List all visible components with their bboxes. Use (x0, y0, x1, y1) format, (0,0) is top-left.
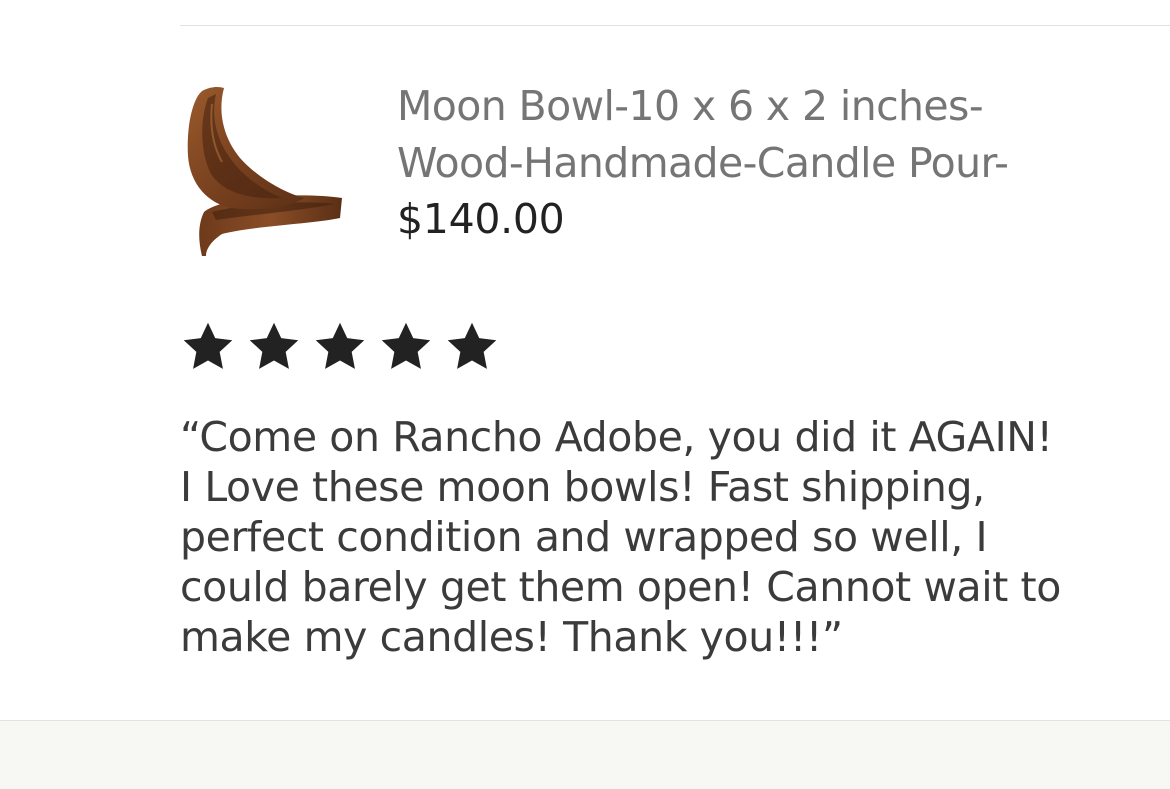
product-thumbnail[interactable] (182, 84, 346, 256)
star-icon (183, 322, 233, 369)
top-divider (180, 25, 1170, 26)
product-title[interactable]: Moon Bowl-10 x 6 x 2 inches- Wood-Handma… (397, 78, 1097, 192)
star-icon (249, 322, 299, 369)
star-rating (180, 319, 510, 375)
product-price: $140.00 (397, 195, 565, 243)
star-icon (447, 322, 497, 369)
footer-band (0, 720, 1170, 789)
star-icon (315, 322, 365, 369)
star-icon (381, 322, 431, 369)
review-text: “Come on Rancho Adobe, you did it AGAIN!… (180, 413, 1061, 661)
